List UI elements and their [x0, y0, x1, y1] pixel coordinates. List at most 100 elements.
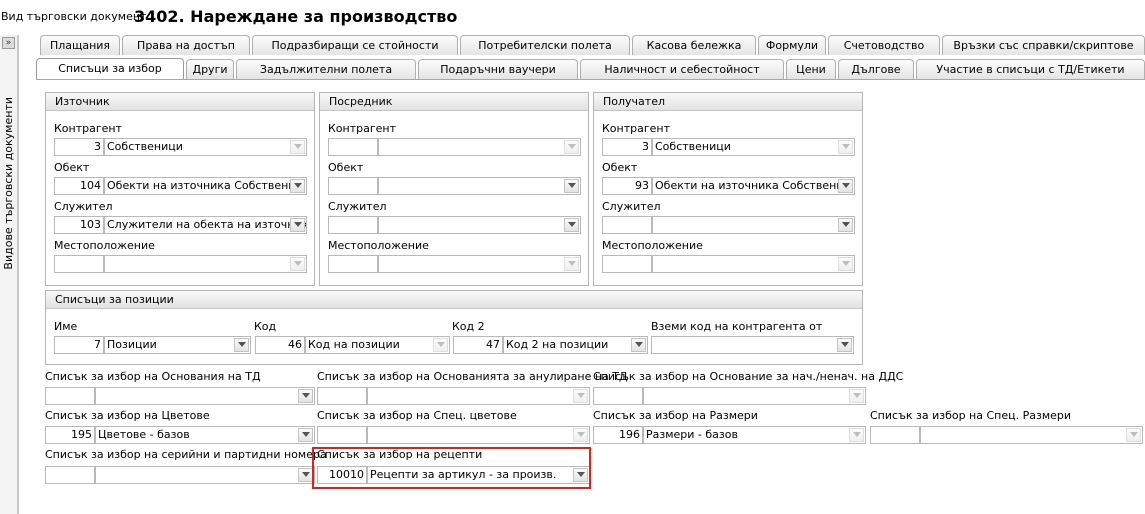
recipient-object-select[interactable]: Обекти на източника Собственик (с [652, 177, 855, 195]
source-object-value: Обекти на източника Собственик (с [107, 179, 307, 192]
tab-required-fields[interactable]: Задължителни полета [236, 59, 416, 79]
intermediary-location-code[interactable] [328, 255, 378, 273]
recipient-location-select[interactable] [652, 255, 855, 273]
cancel-reasons-code[interactable] [317, 387, 367, 405]
spec-colors-select[interactable] [367, 426, 590, 444]
chevron-down-icon[interactable] [290, 257, 305, 271]
source-employee-code[interactable]: 103 [54, 216, 104, 234]
chevron-down-icon[interactable] [298, 428, 313, 442]
source-contragent-code[interactable]: 3 [54, 138, 104, 156]
tab-gift-vouchers[interactable]: Подаръчни ваучери [418, 59, 578, 79]
tab-report-links[interactable]: Връзки със справки/скриптове [942, 35, 1145, 55]
positions-code-select[interactable]: Код на позиции [305, 336, 450, 354]
source-location-select[interactable] [104, 255, 307, 273]
spec-colors-code[interactable] [317, 426, 367, 444]
chevron-down-icon[interactable] [837, 338, 852, 352]
sizes-code[interactable]: 196 [593, 426, 643, 444]
contragent-code-from-label: Вземи код на контрагента от [651, 320, 823, 333]
chevron-down-icon[interactable] [564, 218, 579, 232]
tab-prices[interactable]: Цени [786, 59, 836, 79]
colors-select[interactable]: Цветове - базов [95, 426, 315, 444]
vat-reasons-code[interactable] [593, 387, 643, 405]
intermediary-contragent-select[interactable] [378, 138, 581, 156]
source-employee-select[interactable]: Служители на обекта на източника [104, 216, 307, 234]
tab-stock-cost[interactable]: Наличност и себестойност [580, 59, 784, 79]
recipient-employee-select[interactable] [652, 216, 855, 234]
intermediary-contragent-code[interactable] [328, 138, 378, 156]
intermediary-group-title: Посредник [320, 93, 588, 111]
chevron-down-icon[interactable] [838, 179, 853, 193]
intermediary-location-select[interactable] [378, 255, 581, 273]
chevron-down-icon[interactable] [298, 468, 313, 482]
positions-code-code[interactable]: 46 [255, 336, 305, 354]
source-object-code[interactable]: 104 [54, 177, 104, 195]
tab-other[interactable]: Други [186, 59, 234, 79]
recipient-location-label: Местоположение [602, 239, 703, 252]
sidebar-vertical-label[interactable]: Видове търговски документи [2, 97, 16, 270]
tab-debts[interactable]: Дългове [838, 59, 914, 79]
chevron-down-icon[interactable] [1126, 428, 1141, 442]
source-location-code[interactable] [54, 255, 104, 273]
chevron-down-icon[interactable] [838, 218, 853, 232]
tab-payments[interactable]: Плащания [40, 35, 120, 55]
intermediary-object-code[interactable] [328, 177, 378, 195]
td-reasons-code[interactable] [45, 387, 95, 405]
recipient-object-label: Обект [602, 161, 638, 174]
tab-formulas[interactable]: Формули [758, 35, 826, 55]
chevron-down-icon[interactable] [849, 428, 864, 442]
chevron-down-icon[interactable] [564, 140, 579, 154]
recipient-contragent-select[interactable]: Собственици [652, 138, 855, 156]
source-object-select[interactable]: Обекти на източника Собственик (с [104, 177, 307, 195]
spec-sizes-label: Списък за избор на Спец. Размери [870, 409, 1072, 422]
td-reasons-select[interactable] [95, 387, 315, 405]
chevron-down-icon[interactable] [631, 338, 646, 352]
chevron-down-icon[interactable] [564, 179, 579, 193]
intermediary-employee-code[interactable] [328, 216, 378, 234]
chevron-down-icon[interactable] [298, 389, 313, 403]
document-types-sidebar[interactable]: » Видове търговски документи [0, 35, 18, 514]
intermediary-object-select[interactable] [378, 177, 581, 195]
expand-sidebar-button[interactable]: » [2, 37, 15, 49]
chevron-down-icon[interactable] [849, 389, 864, 403]
recipient-location-code[interactable] [602, 255, 652, 273]
recipient-object-code[interactable]: 93 [602, 177, 652, 195]
recipient-employee-code[interactable] [602, 216, 652, 234]
cancel-reasons-select[interactable] [367, 387, 590, 405]
tab-access-rights[interactable]: Права на достъп [122, 35, 250, 55]
chevron-down-icon[interactable] [290, 140, 305, 154]
tab-default-values[interactable]: Подразбиращи се стойности [252, 35, 458, 55]
chevron-down-icon[interactable] [290, 179, 305, 193]
chevron-down-icon[interactable] [838, 257, 853, 271]
colors-code[interactable]: 195 [45, 426, 95, 444]
positions-name-value: Позиции [107, 338, 157, 351]
chevron-down-icon[interactable] [573, 389, 588, 403]
tab-accounting[interactable]: Счетоводство [828, 35, 940, 55]
contragent-code-from-select[interactable] [651, 336, 854, 354]
source-contragent-select[interactable]: Собственици [104, 138, 307, 156]
chevron-down-icon[interactable] [573, 428, 588, 442]
chevron-down-icon[interactable] [564, 257, 579, 271]
positions-name-code[interactable]: 7 [54, 336, 104, 354]
tab-user-fields[interactable]: Потребителски полета [460, 35, 630, 55]
tab-list-participation[interactable]: Участие в списъци с ТД/Етикети [916, 59, 1145, 79]
intermediary-employee-select[interactable] [378, 216, 581, 234]
tab-cash-receipt[interactable]: Касова бележка [632, 35, 756, 55]
positions-name-select[interactable]: Позиции [104, 336, 251, 354]
sizes-select[interactable]: Размери - базов [643, 426, 866, 444]
serials-select[interactable] [95, 466, 315, 484]
recipient-contragent-code[interactable]: 3 [602, 138, 652, 156]
spec-sizes-select[interactable] [920, 426, 1143, 444]
serials-code[interactable] [45, 466, 95, 484]
source-contragent-label: Контрагент [54, 122, 123, 135]
vat-reasons-select[interactable] [643, 387, 866, 405]
tab-strip-baseline [36, 79, 1145, 80]
chevron-down-icon[interactable] [433, 338, 448, 352]
chevron-down-icon[interactable] [290, 218, 305, 232]
td-reasons-label: Списък за избор на Основания на ТД [45, 370, 261, 383]
chevron-down-icon[interactable] [234, 338, 249, 352]
tab-selection-lists[interactable]: Списъци за избор [36, 58, 184, 80]
spec-sizes-code[interactable] [870, 426, 920, 444]
chevron-down-icon[interactable] [838, 140, 853, 154]
positions-code2-select[interactable]: Код 2 на позиции [503, 336, 648, 354]
positions-code2-code[interactable]: 47 [453, 336, 503, 354]
